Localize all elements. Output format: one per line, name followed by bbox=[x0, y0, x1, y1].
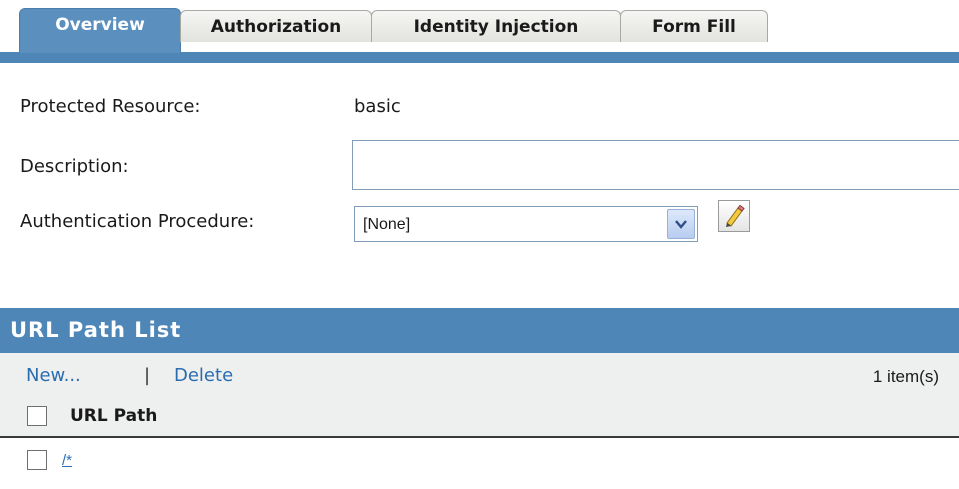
auth-procedure-selected: [None] bbox=[363, 216, 411, 233]
tab-overview[interactable]: Overview bbox=[19, 8, 181, 53]
description-label: Description: bbox=[20, 156, 129, 177]
tab-authorization[interactable]: Authorization bbox=[180, 10, 372, 42]
auth-procedure-select[interactable]: [None] bbox=[354, 206, 698, 242]
row-checkbox[interactable] bbox=[27, 450, 47, 470]
protected-resource-label: Protected Resource: bbox=[20, 96, 201, 117]
new-link[interactable]: New... bbox=[26, 365, 81, 386]
tab-form-fill[interactable]: Form Fill bbox=[620, 10, 768, 42]
auth-procedure-label: Authentication Procedure: bbox=[20, 211, 255, 232]
url-path-list-header: URL Path List bbox=[0, 308, 959, 353]
protected-resource-value: basic bbox=[354, 96, 401, 117]
url-path-column-header: URL Path bbox=[70, 406, 158, 426]
pencil-icon bbox=[726, 204, 745, 227]
list-toolbar: New... | Delete 1 item(s) bbox=[0, 353, 959, 395]
tab-bar: Overview Authorization Identity Injectio… bbox=[0, 0, 959, 63]
delete-link[interactable]: Delete bbox=[174, 365, 233, 386]
chevron-down-icon bbox=[675, 220, 687, 229]
edit-auth-procedure-button[interactable] bbox=[718, 200, 750, 232]
item-count: 1 item(s) bbox=[872, 367, 939, 386]
toolbar-separator: | bbox=[144, 365, 151, 386]
description-field[interactable] bbox=[352, 140, 959, 190]
table-header: URL Path bbox=[0, 395, 959, 438]
url-path-link[interactable]: /* bbox=[62, 452, 72, 469]
tab-underline bbox=[0, 52, 959, 63]
dropdown-button[interactable] bbox=[667, 209, 695, 239]
tab-identity-injection[interactable]: Identity Injection bbox=[371, 10, 621, 42]
select-all-checkbox[interactable] bbox=[27, 406, 47, 426]
